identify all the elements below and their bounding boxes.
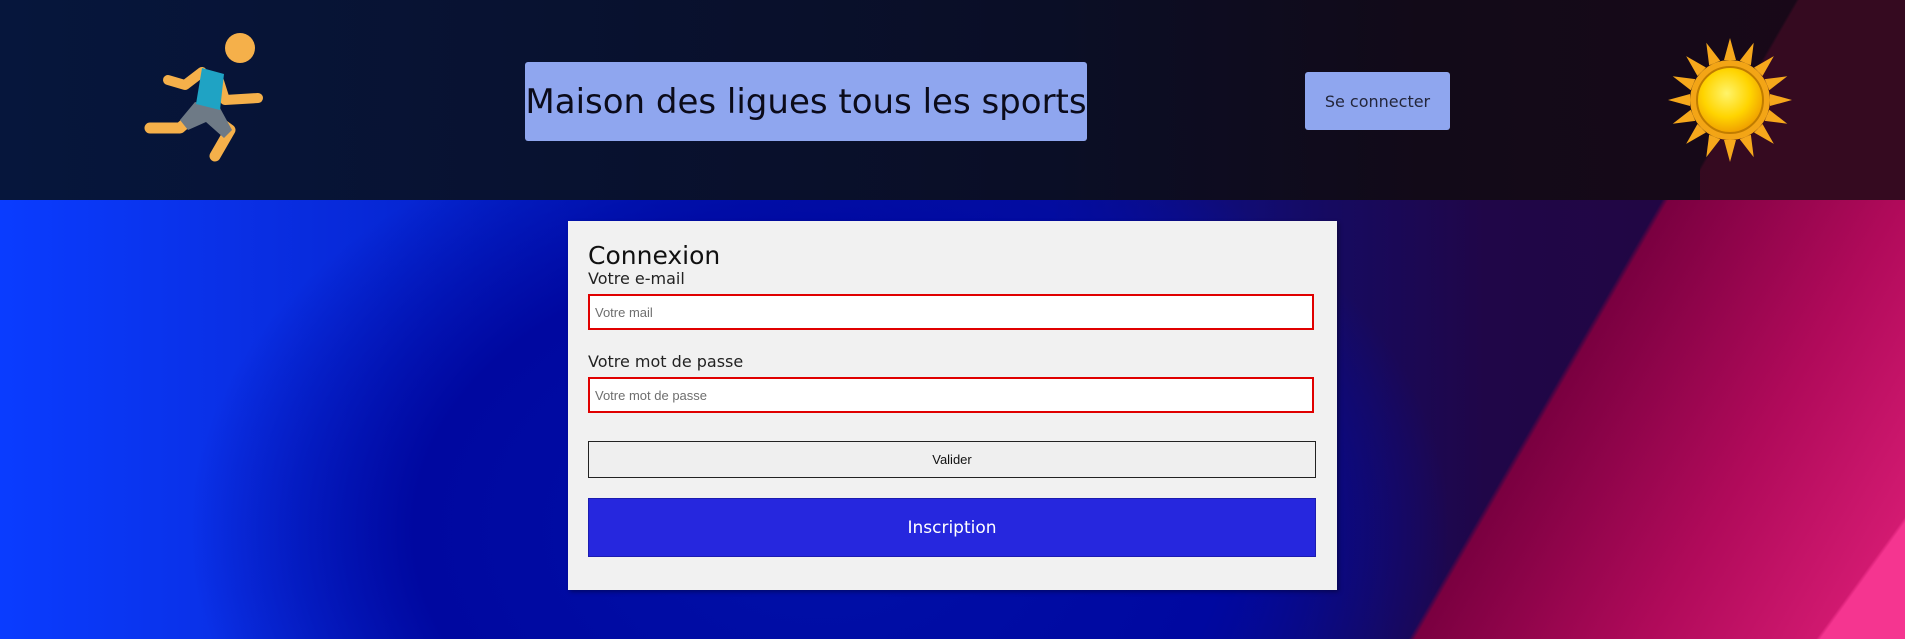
login-heading: Connexion — [588, 241, 721, 270]
page: Maison des ligues tous les sports Se con… — [0, 0, 1905, 639]
password-input[interactable] — [588, 377, 1314, 413]
signup-button[interactable]: Inscription — [588, 498, 1316, 557]
site-title-box: Maison des ligues tous les sports — [525, 62, 1087, 141]
site-header: Maison des ligues tous les sports Se con… — [0, 0, 1905, 200]
runner-icon — [144, 33, 263, 162]
login-button[interactable]: Se connecter — [1305, 72, 1450, 130]
site-title: Maison des ligues tous les sports — [525, 81, 1087, 122]
email-label: Votre e-mail — [588, 269, 685, 288]
email-input[interactable] — [588, 294, 1314, 330]
sun-icon — [1668, 38, 1792, 162]
login-card: Connexion Votre e-mail Votre mot de pass… — [568, 221, 1337, 590]
submit-button[interactable]: Valider — [588, 441, 1316, 478]
password-label: Votre mot de passe — [588, 352, 744, 371]
